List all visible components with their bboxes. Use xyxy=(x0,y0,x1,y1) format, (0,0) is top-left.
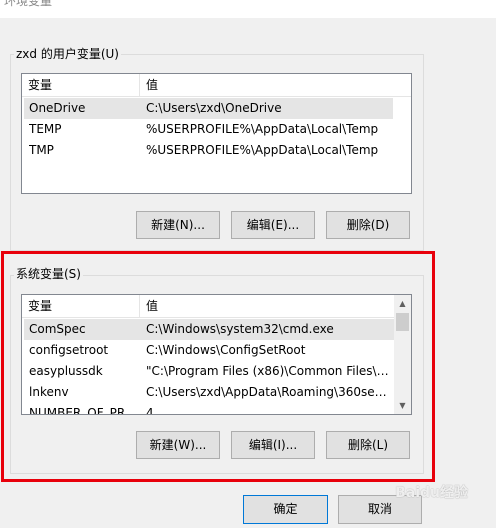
variable-value: C:\Users\zxd\OneDrive xyxy=(146,101,282,115)
variable-value: 4 xyxy=(146,406,154,415)
table-row[interactable]: TMP %USERPROFILE%\AppData\Local\Temp xyxy=(24,140,393,161)
user-variables-list[interactable]: 变量 值 OneDrive C:\Users\zxd\OneDrive TEMP… xyxy=(21,73,412,194)
table-row[interactable]: lnkenv C:\Users\zxd\AppData\Roaming\360s… xyxy=(24,382,394,403)
variable-name: ComSpec xyxy=(29,322,86,336)
system-new-button[interactable]: 新建(W)... xyxy=(136,431,220,459)
table-row[interactable]: NUMBER_OF_PR... 4 xyxy=(24,403,394,415)
title-bar: 环境变量 xyxy=(0,0,496,18)
ok-button[interactable]: 确定 xyxy=(243,495,328,524)
variable-value: C:\Users\zxd\AppData\Roaming\360se6... xyxy=(146,385,390,399)
window-title: 环境变量 xyxy=(4,0,53,8)
table-row[interactable]: ComSpec C:\Windows\system32\cmd.exe xyxy=(24,319,394,340)
user-variables-label: zxd 的用户变量(U) xyxy=(14,47,121,61)
variable-value: C:\Windows\system32\cmd.exe xyxy=(146,322,334,336)
column-header-value[interactable]: 值 xyxy=(140,74,411,96)
column-header-variable[interactable]: 变量 xyxy=(22,295,140,317)
system-variables-label: 系统变量(S) xyxy=(14,267,83,281)
column-header-value[interactable]: 值 xyxy=(140,295,396,317)
variable-name: TMP xyxy=(29,143,54,157)
table-row[interactable]: configsetroot C:\Windows\ConfigSetRoot xyxy=(24,340,394,361)
system-delete-button[interactable]: 删除(L) xyxy=(326,431,410,459)
list-header: 变量 值 xyxy=(22,74,411,97)
column-header-variable[interactable]: 变量 xyxy=(22,74,140,96)
system-variables-list[interactable]: 变量 值 ComSpec C:\Windows\system32\cmd.exe… xyxy=(21,294,412,415)
variable-name: lnkenv xyxy=(29,385,69,399)
user-delete-button[interactable]: 删除(D) xyxy=(326,211,410,239)
user-edit-button[interactable]: 编辑(E)... xyxy=(231,211,315,239)
table-row[interactable]: TEMP %USERPROFILE%\AppData\Local\Temp xyxy=(24,119,393,140)
system-edit-button[interactable]: 编辑(I)... xyxy=(231,431,315,459)
variable-name: easyplussdk xyxy=(29,364,103,378)
table-row[interactable]: OneDrive C:\Users\zxd\OneDrive xyxy=(24,98,393,119)
user-new-button[interactable]: 新建(N)... xyxy=(136,211,220,239)
vertical-scrollbar[interactable]: ▲ ▼ xyxy=(394,295,411,414)
variable-value: %USERPROFILE%\AppData\Local\Temp xyxy=(146,122,379,136)
variable-value: "C:\Program Files (x86)\Common Files\l..… xyxy=(146,364,390,378)
baidu-watermark: Baidu经验 xyxy=(395,485,468,501)
scroll-down-icon[interactable]: ▼ xyxy=(394,397,411,414)
scroll-thumb[interactable] xyxy=(396,313,409,331)
variable-name: OneDrive xyxy=(29,101,86,115)
variable-value: C:\Windows\ConfigSetRoot xyxy=(146,343,306,357)
variable-name: NUMBER_OF_PR... xyxy=(29,406,137,415)
variable-name: TEMP xyxy=(29,122,62,136)
environment-variables-dialog: 环境变量 zxd 的用户变量(U) 变量 值 OneDrive C:\Users… xyxy=(0,0,496,528)
table-row[interactable]: easyplussdk "C:\Program Files (x86)\Comm… xyxy=(24,361,394,382)
variable-value: %USERPROFILE%\AppData\Local\Temp xyxy=(146,143,379,157)
scroll-up-icon[interactable]: ▲ xyxy=(394,295,411,312)
variable-name: configsetroot xyxy=(29,343,109,357)
list-header: 变量 值 xyxy=(22,295,396,318)
